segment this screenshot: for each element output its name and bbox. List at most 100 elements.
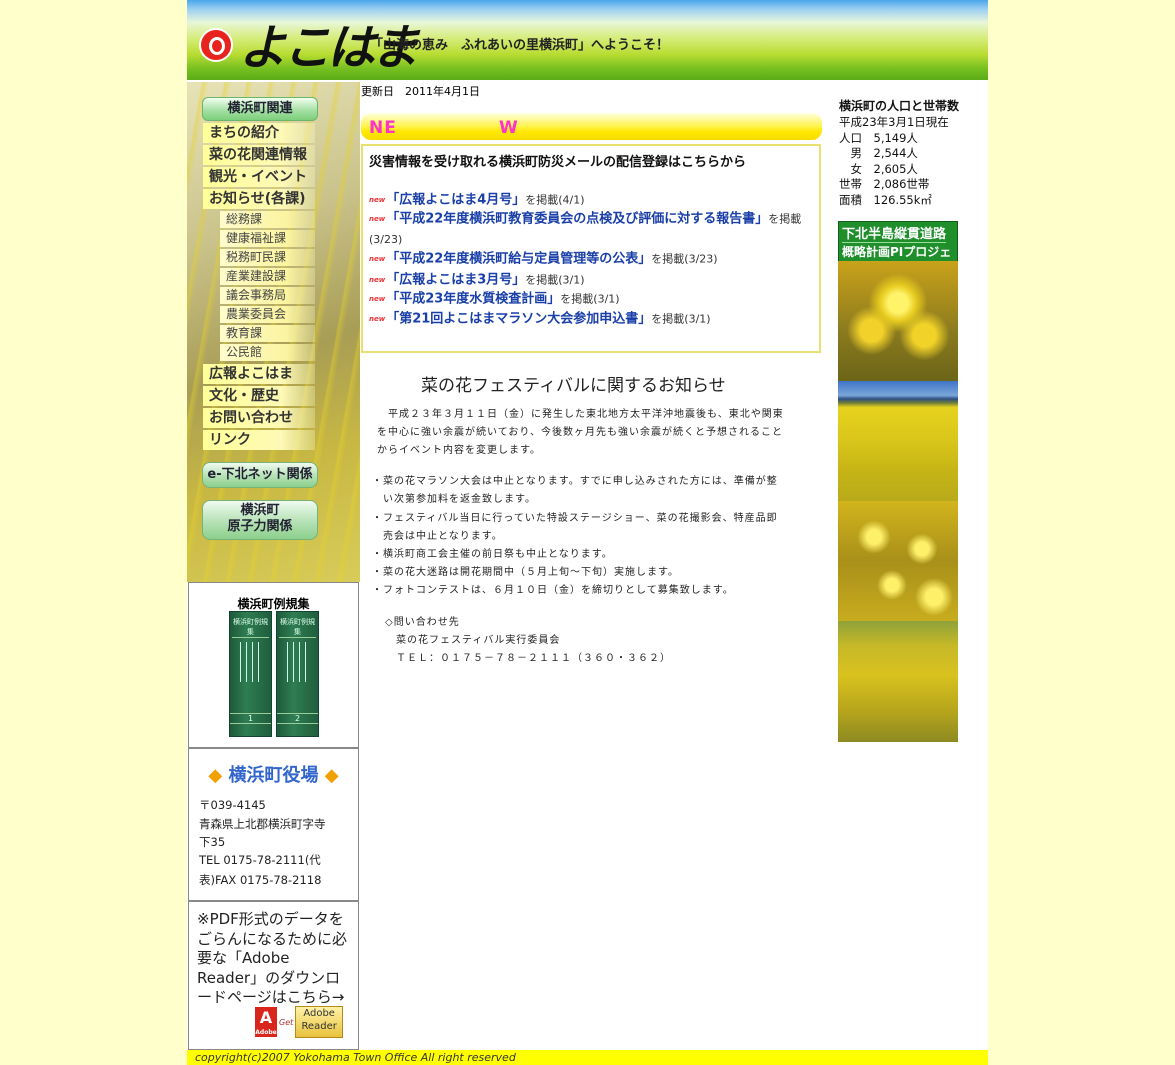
reiki-book-2: 横浜町例規集 2	[276, 611, 319, 737]
article-bullet: い次第参加料を返金致します。	[372, 494, 536, 505]
nav-item-notices[interactable]: お知らせ(各課)	[203, 189, 315, 209]
contact-org: 菜の花フェスティバル実行委員会	[396, 635, 561, 646]
pdf-box: ※PDF形式のデータをごらんになるために必要な「Adobe Reader」のダウ…	[188, 901, 359, 1050]
office-address-1: 青森県上北郡横浜町字寺	[199, 817, 326, 831]
news-item: new「広報よこはま3月号」を掲載(3/1)	[369, 270, 814, 291]
pdf-notice: ※PDF形式のデータをごらんになるために必要な「Adobe Reader」のダウ…	[197, 910, 348, 1006]
article-bullet: ・菜の花大迷路は開花期間中（５月上旬～下旬）実施します。	[372, 567, 679, 578]
population-male: 男 2,544人	[839, 146, 918, 160]
news-link[interactable]: 「第21回よこはまマラソン大会参加申込書」	[386, 312, 651, 327]
population-female: 女 2,605人	[839, 162, 918, 176]
reader-line-2: Reader	[301, 1021, 337, 1032]
population-households: 世帯 2,086世帯	[839, 177, 930, 191]
news-suffix: を掲載(3/1)	[525, 273, 585, 287]
update-date: 更新日 2011年4月1日	[361, 85, 480, 98]
book-1-title: 横浜町例規集	[232, 618, 269, 638]
book-2-title: 横浜町例規集	[279, 618, 316, 638]
nav-sub-tax-residents[interactable]: 税務町民課	[220, 249, 315, 266]
news-header-bar: NE W	[361, 113, 822, 140]
nav-item-town-intro[interactable]: まちの紹介	[203, 123, 315, 143]
contact-tel: ＴＥＬ：０１７５－７８－２１１１（３６０・３６２）	[396, 653, 671, 664]
article-bullet: ・フォトコンテストは、６月１０日（金）を締切りとして募集致します。	[372, 585, 734, 596]
population-total: 人口 5,149人	[839, 131, 918, 145]
nav-item-tourism-events[interactable]: 観光・イベント	[203, 167, 315, 187]
project-line-1: 下北半島縦貫道路	[842, 223, 947, 243]
rapeseed-meadow-photo	[838, 621, 958, 742]
nav-item-public-relations[interactable]: 広報よこはま	[203, 364, 315, 384]
new-badge-icon: new	[369, 255, 386, 263]
news-suffix: を掲載(3/23)	[651, 252, 718, 266]
adobe-a-letter: A	[259, 1008, 273, 1027]
news-item: new「平成23年度水質検査計画」を掲載(3/1)	[369, 289, 814, 310]
welcome-message: 「山海の恵み ふれあいの里横浜町」へようこそ！	[370, 38, 670, 53]
nuclear-button-line2: 原子力関係	[227, 519, 293, 534]
news-link[interactable]: 「平成22年度横浜町教育委員会の点検及び評価に対する報告書」	[386, 212, 768, 227]
book-2-spine-text	[287, 642, 308, 682]
news-suffix: を掲載(3/1)	[560, 292, 620, 306]
office-tel: TEL 0175-78-2111(代	[199, 853, 321, 867]
nav-item-culture-history[interactable]: 文化・歴史	[203, 386, 315, 406]
nav-sub-health-welfare[interactable]: 健康福祉課	[220, 230, 315, 247]
news-link[interactable]: 「広報よこはま4月号」	[386, 193, 525, 208]
article-intro-1: 平成２３年３月１１日（金）に発生した東北地方太平洋沖地震後も、東北や関東	[377, 409, 784, 420]
town-emblem-icon[interactable]	[199, 28, 233, 62]
reiki-books-image[interactable]: 横浜町例規集 1 横浜町例規集 2	[229, 611, 319, 737]
reiki-box[interactable]: 横浜町例規集 横浜町例規集 1 横浜町例規集 2	[188, 582, 359, 748]
article-intro-3: からイベント内容を変更します。	[377, 445, 541, 456]
office-name: 横浜町役場	[228, 765, 319, 786]
get-label: Get	[279, 1017, 294, 1027]
new-badge-icon: new	[369, 215, 386, 223]
shimokita-road-project-banner[interactable]: 下北半島縦貫道路 概略計画PIプロジェクト	[838, 221, 958, 276]
reiki-title[interactable]: 横浜町例規集	[189, 595, 358, 612]
nav-item-contact[interactable]: お問い合わせ	[203, 408, 315, 428]
news-box: 災害情報を受け取れる横浜町防災メールの配信登録はこちらから new「広報よこはま…	[361, 144, 821, 353]
news-link[interactable]: 「平成22年度横浜町給与定員管理等の公表」	[386, 252, 651, 267]
new-badge-icon: new	[369, 196, 386, 204]
nuclear-button-line1: 横浜町	[240, 503, 280, 518]
contact-label: ◇問い合わせ先	[385, 617, 460, 628]
office-postal: 〒039-4145	[199, 798, 266, 812]
book-1-spine-text	[240, 642, 261, 682]
population-as-of: 平成23年3月1日現在	[839, 115, 949, 129]
header-banner: よこはま 「山海の恵み ふれあいの里横浜町」へようこそ！	[187, 0, 988, 80]
nuclear-button[interactable]: 横浜町 原子力関係	[202, 500, 318, 540]
nav-section-title: 横浜町関連	[202, 97, 318, 121]
footer: copyright(c)2007 Yokohama Town Office Al…	[187, 1050, 988, 1065]
diamond-right-icon: ◆	[324, 765, 339, 786]
news-label: NE	[369, 118, 397, 138]
left-navigation: 横浜町関連 まちの紹介 菜の花関連情報 観光・イベント お知らせ(各課) 総務課…	[187, 82, 360, 582]
reader-line-1: Adobe	[303, 1008, 335, 1019]
nav-sub-assembly-office[interactable]: 議会事務局	[220, 287, 315, 304]
news-link[interactable]: 「平成23年度水質検査計画」	[386, 292, 560, 307]
news-suffix: を掲載(3/1)	[651, 312, 711, 326]
book-1-number: 1	[230, 713, 271, 724]
news-link[interactable]: 「広報よこはま3月号」	[386, 273, 525, 288]
news-item: new「平成22年度横浜町給与定員管理等の公表」を掲載(3/23)	[369, 249, 814, 270]
news-item: new「第21回よこはまマラソン大会参加申込書」を掲載(3/1)	[369, 309, 814, 330]
article-bullet: 売会は中止となります。	[372, 531, 503, 542]
article-intro-2: を中心に強い余震が続いており、今後数ヶ月先も強い余震が続くと予想されること	[377, 427, 783, 438]
news-item: new「平成22年度横浜町教育委員会の点検及び評価に対する報告書」を掲載(3/2…	[369, 209, 814, 250]
office-box: ◆ 横浜町役場 ◆ 〒039-4145 青森県上北郡横浜町字寺 下35 TEL …	[188, 748, 359, 901]
e-shimokita-button[interactable]: e-下北ネット関係	[202, 462, 318, 488]
new-badge-icon: new	[369, 315, 386, 323]
nav-sub-community-hall[interactable]: 公民館	[220, 344, 315, 361]
nav-item-rapeseed-info[interactable]: 菜の花関連情報	[203, 145, 315, 165]
article-bullet: ・菜の花マラソン大会は中止となります。すでに申し込みされた方には、準備が整	[372, 476, 778, 487]
reiki-book-1: 横浜町例規集 1	[229, 611, 272, 737]
population-area: 面積 126.55k㎡	[839, 193, 932, 207]
office-fax: 表)FAX 0175-78-2118	[199, 873, 322, 887]
nav-sub-education[interactable]: 教育課	[220, 325, 315, 342]
page: よこはま 「山海の恵み ふれあいの里横浜町」へようこそ！ 横浜町関連 まちの紹介…	[187, 0, 988, 1065]
news-suffix: を掲載(4/1)	[525, 193, 585, 207]
adobe-small-label: Adobe	[255, 1029, 277, 1036]
get-adobe-reader-link[interactable]: A Adobe Get Adobe Reader	[255, 1006, 343, 1038]
nav-sub-industry-construction[interactable]: 産業建設課	[220, 268, 315, 285]
adobe-reader-label: Adobe Reader	[295, 1006, 343, 1038]
new-badge-icon: new	[369, 295, 386, 303]
nav-sub-general-affairs[interactable]: 総務課	[220, 211, 315, 228]
nav-item-links[interactable]: リンク	[203, 430, 315, 450]
disaster-mail-link[interactable]: 災害情報を受け取れる横浜町防災メールの配信登録はこちらから	[369, 151, 746, 170]
nav-sub-agriculture-committee[interactable]: 農業委員会	[220, 306, 315, 323]
rapeseed-flower-photo	[838, 261, 958, 381]
